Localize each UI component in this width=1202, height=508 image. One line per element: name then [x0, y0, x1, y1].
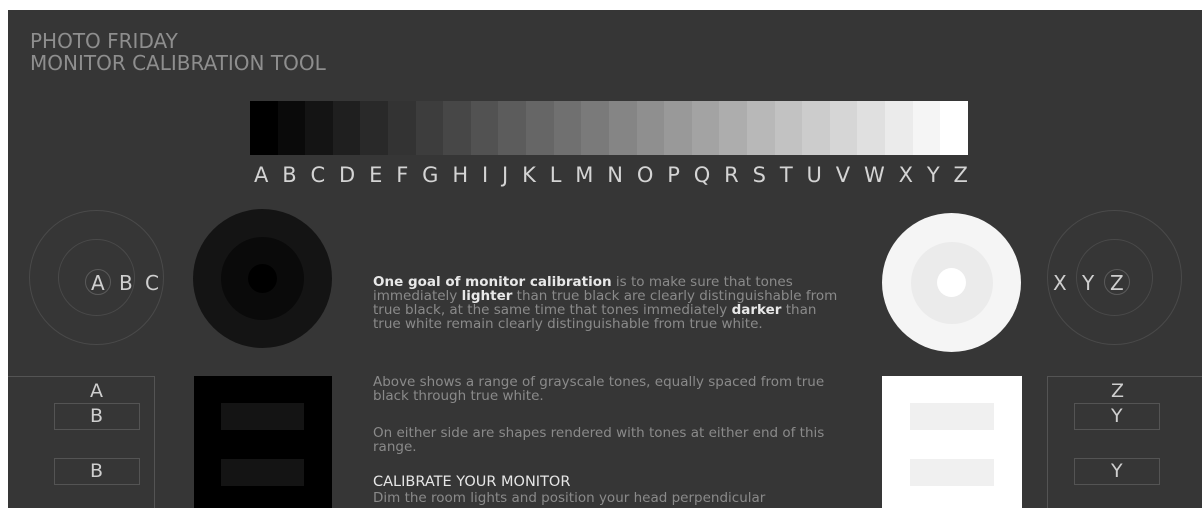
grayscale-swatch — [608, 101, 637, 155]
grayscale-letter: B — [282, 163, 297, 187]
grayscale-letter: I — [481, 163, 489, 187]
grayscale-swatch — [581, 101, 609, 155]
grayscale-swatch — [277, 101, 306, 155]
right-box-letter-z: Z — [1111, 380, 1125, 402]
grayscale-swatch — [746, 101, 775, 155]
grayscale-letter: D — [339, 163, 356, 187]
calibrate-heading: CALIBRATE YOUR MONITOR — [373, 474, 571, 490]
grayscale-swatch — [636, 101, 665, 155]
left-letter-box — [8, 376, 155, 508]
left-box-letter-b2: B — [90, 460, 104, 482]
calibrate-paragraph: Dim the room lights and position your he… — [373, 490, 766, 506]
grayscale-swatch — [526, 101, 554, 155]
grayscale-letter: U — [806, 163, 822, 187]
right-ring-letter-y: Y — [1082, 271, 1095, 295]
grayscale-letter: P — [667, 163, 680, 187]
grayscale-swatch — [691, 101, 720, 155]
white-square-rect-1 — [910, 403, 994, 430]
left-box-letter-a: A — [90, 380, 103, 402]
grayscale-letter: Z — [953, 163, 968, 187]
grayscale-letters: ABCDEFGHIJKLMNOPQRSTUVWXYZ — [254, 163, 968, 187]
grayscale-letter: W — [863, 163, 885, 187]
page-title-line1: PHOTO FRIDAY — [30, 29, 178, 53]
grayscale-letter: J — [502, 163, 509, 187]
grayscale-paragraph: Above shows a range of grayscale tones, … — [373, 374, 825, 404]
grayscale-letter: N — [607, 163, 623, 187]
left-ring-letter-c: C — [145, 271, 159, 295]
grayscale-swatch — [829, 101, 858, 155]
grayscale-letter: M — [575, 163, 594, 187]
page-title-line2: MONITOR CALIBRATION TOOL — [30, 51, 326, 75]
right-letter-box — [1047, 376, 1202, 508]
grayscale-swatch — [802, 101, 830, 155]
calibration-panel: PHOTO FRIDAY MONITOR CALIBRATION TOOL AB… — [8, 10, 1202, 508]
grayscale-letter: E — [369, 163, 383, 187]
black-square — [194, 376, 332, 508]
dark-disc-inner — [248, 264, 277, 293]
white-square-rect-2 — [910, 459, 994, 486]
grayscale-letter: K — [522, 163, 536, 187]
intro-paragraph: One goal of monitor calibration is to ma… — [373, 275, 843, 331]
grayscale-swatch — [857, 101, 886, 155]
grayscale-swatch — [664, 101, 692, 155]
grayscale-letter: F — [396, 163, 409, 187]
grayscale-swatch — [388, 101, 416, 155]
white-square — [882, 376, 1022, 508]
grayscale-letter: T — [779, 163, 793, 187]
grayscale-letter: X — [898, 163, 913, 187]
grayscale-letter: G — [422, 163, 439, 187]
grayscale-swatch — [305, 101, 333, 155]
grayscale-swatch — [470, 101, 499, 155]
left-ring-letter-a: A — [91, 271, 105, 295]
grayscale-letter: L — [549, 163, 562, 187]
left-box-letter-b1: B — [90, 405, 104, 427]
grayscale-letter: Q — [693, 163, 711, 187]
grayscale-swatch — [443, 101, 471, 155]
grayscale-swatch — [360, 101, 389, 155]
right-box-letter-y2: Y — [1111, 460, 1123, 482]
grayscale-letter: R — [724, 163, 739, 187]
grayscale-swatch — [553, 101, 582, 155]
grayscale-letter: C — [310, 163, 326, 187]
grayscale-swatch — [332, 101, 361, 155]
right-ring-letter-x: X — [1053, 271, 1067, 295]
grayscale-swatch — [498, 101, 527, 155]
right-box-letter-y1: Y — [1111, 405, 1123, 427]
grayscale-bar — [250, 101, 968, 155]
grayscale-letter: V — [835, 163, 851, 187]
grayscale-letter: A — [254, 163, 269, 187]
grayscale-swatch — [940, 101, 968, 155]
grayscale-swatch — [774, 101, 803, 155]
grayscale-letter: O — [636, 163, 654, 187]
grayscale-swatch — [415, 101, 444, 155]
light-disc-inner — [937, 268, 966, 297]
grayscale-swatch — [250, 101, 278, 155]
black-square-rect-2 — [221, 459, 304, 486]
left-ring-letter-b: B — [119, 271, 133, 295]
grayscale-letter: S — [752, 163, 766, 187]
grayscale-swatch — [719, 101, 747, 155]
grayscale-letter: Y — [926, 163, 940, 187]
grayscale-letter: H — [452, 163, 469, 187]
grayscale-swatch — [885, 101, 913, 155]
grayscale-swatch — [912, 101, 941, 155]
black-square-rect-1 — [221, 403, 304, 430]
shapes-paragraph: On either side are shapes rendered with … — [373, 425, 825, 455]
right-ring-letter-z: Z — [1110, 271, 1124, 295]
